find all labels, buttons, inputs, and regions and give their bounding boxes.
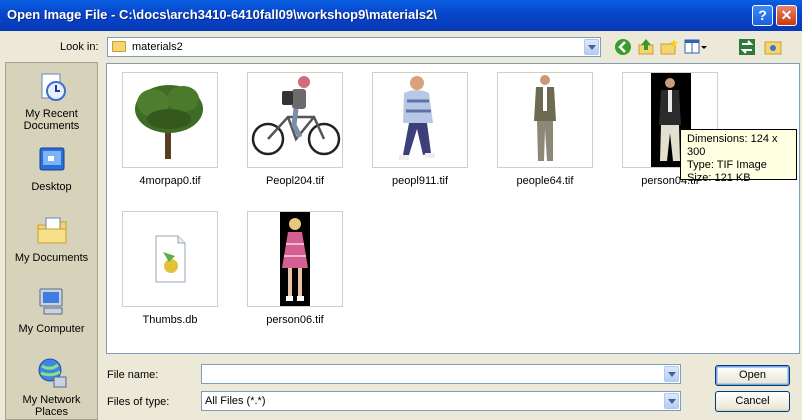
file-thumbnail	[247, 211, 343, 307]
file-name-dropdown-arrow[interactable]	[664, 366, 679, 382]
my-computer-icon	[39, 288, 62, 315]
file-item[interactable]: Thumbs.db	[122, 211, 218, 326]
close-button[interactable]: ✕	[776, 5, 797, 26]
places-bar: My Recent Documents Desktop My Documents…	[5, 62, 98, 420]
cyclist-image	[251, 76, 341, 156]
file-item[interactable]: peopl911.tif	[372, 72, 468, 187]
place-my-computer[interactable]: My Computer	[6, 286, 97, 335]
file-name: peopl911.tif	[391, 175, 449, 187]
file-info-tooltip: Dimensions: 124 x 300 Type: TIF Image Si…	[680, 129, 797, 184]
place-label: My Documents	[14, 252, 89, 264]
file-name: 4morpap0.tif	[139, 175, 201, 187]
desktop-icon	[39, 147, 64, 171]
tooltip-type: Type: TIF Image	[687, 159, 767, 171]
look-in-label: Look in:	[60, 41, 99, 53]
views-menu-icon[interactable]	[684, 38, 708, 56]
back-icon[interactable]	[614, 38, 632, 56]
open-button[interactable]: Open	[715, 365, 790, 386]
file-item[interactable]: Peopl204.tif	[247, 72, 343, 187]
tooltip-size: Size: 121 KB	[687, 172, 751, 184]
file-name-combobox[interactable]	[201, 364, 681, 384]
file-thumbnail	[372, 72, 468, 168]
place-my-network-places[interactable]: My Network Places	[6, 357, 97, 418]
file-thumbnail	[122, 72, 218, 168]
up-folder-icon[interactable]	[637, 38, 655, 56]
tree-image	[135, 85, 203, 159]
file-item[interactable]: people64.tif	[497, 72, 593, 187]
girl-image	[280, 212, 310, 306]
look-in-dropdown-arrow[interactable]	[584, 39, 599, 55]
man-standing-image	[534, 75, 556, 161]
file-name: people64.tif	[516, 175, 574, 187]
title-bar[interactable]: Open Image File - C:\docs\arch3410-6410f…	[0, 0, 802, 31]
look-in-value: materials2	[132, 41, 183, 53]
file-name: person06.tif	[266, 314, 324, 326]
file-name: Thumbs.db	[142, 314, 198, 326]
my-documents-icon	[37, 217, 66, 244]
tooltip-dimensions: Dimensions: 124 x 300	[687, 133, 778, 158]
network-places-icon	[38, 358, 66, 388]
file-name-label: File name:	[107, 369, 159, 381]
boy-image	[399, 76, 435, 160]
place-my-documents[interactable]: My Documents	[6, 215, 97, 264]
recent-documents-icon	[41, 73, 66, 101]
file-list-view[interactable]: 4morpap0.tif Peopl204.tif peopl911.tif p…	[106, 63, 800, 354]
file-thumbnail	[122, 211, 218, 307]
place-label: My Computer	[18, 323, 85, 335]
place-label: My Network Places	[22, 394, 81, 418]
window-title: Open Image File - C:\docs\arch3410-6410f…	[7, 7, 437, 22]
place-label: My Recent Documents	[23, 108, 80, 132]
file-item[interactable]: person06.tif	[247, 211, 343, 326]
place-my-recent-documents[interactable]: My Recent Documents	[6, 71, 97, 132]
folder-settings-icon[interactable]	[764, 38, 782, 56]
file-thumbnail	[497, 72, 593, 168]
file-name: Peopl204.tif	[265, 175, 325, 187]
place-label: Desktop	[31, 181, 72, 193]
cancel-button[interactable]: Cancel	[715, 391, 790, 412]
folder-icon	[112, 41, 126, 52]
file-thumbnail	[247, 72, 343, 168]
file-item[interactable]: 4morpap0.tif	[122, 72, 218, 187]
new-folder-icon[interactable]	[660, 38, 678, 56]
help-button[interactable]: ?	[752, 5, 773, 26]
files-of-type-label: Files of type:	[107, 396, 170, 408]
files-of-type-dropdown-arrow[interactable]	[664, 393, 679, 409]
system-file-icon	[155, 235, 186, 283]
refresh-icon[interactable]	[738, 38, 756, 56]
files-of-type-select[interactable]: All Files (*.*)	[201, 391, 681, 411]
look-in-dropdown[interactable]: materials2	[107, 37, 601, 57]
place-desktop[interactable]: Desktop	[6, 144, 97, 193]
files-of-type-value: All Files (*.*)	[205, 395, 266, 407]
